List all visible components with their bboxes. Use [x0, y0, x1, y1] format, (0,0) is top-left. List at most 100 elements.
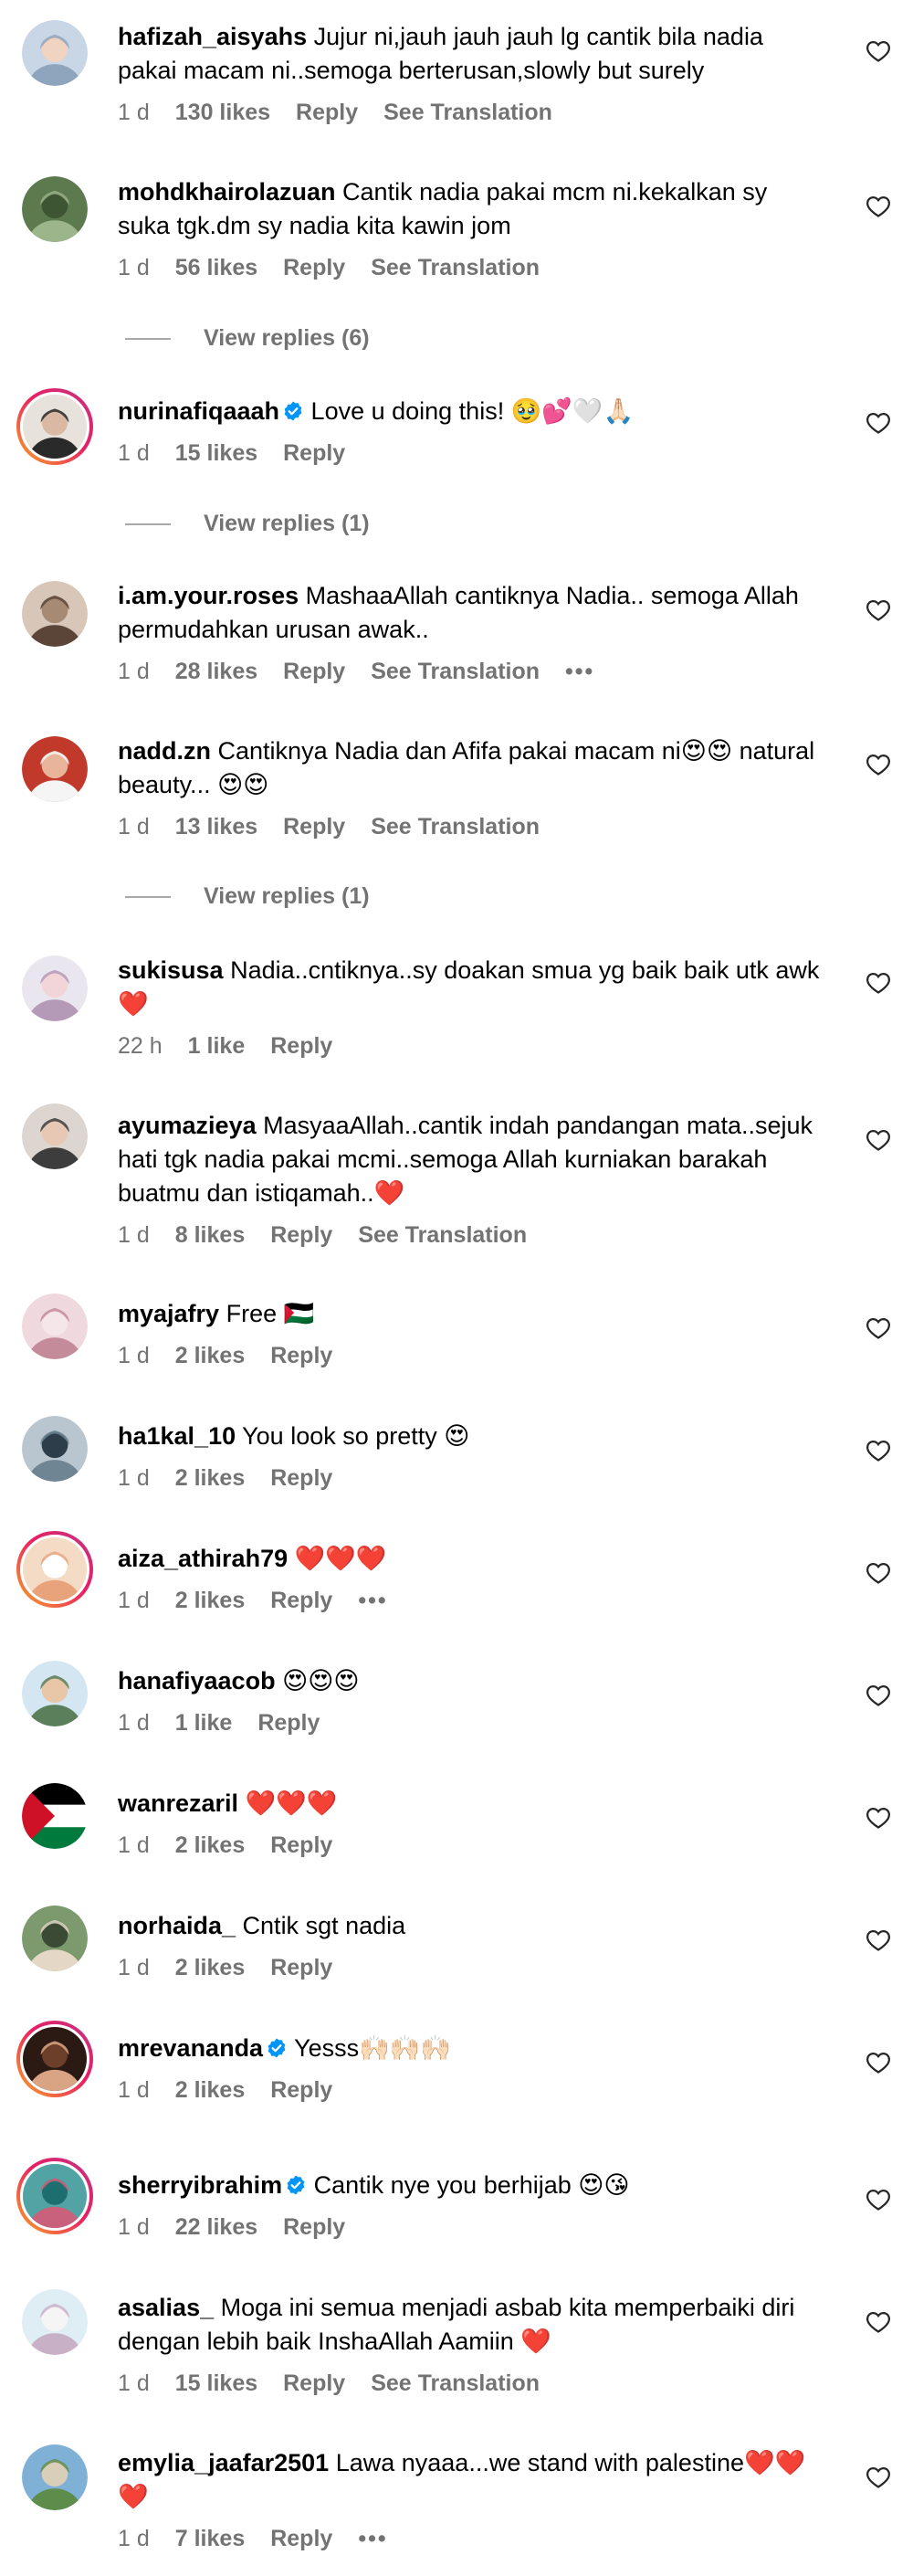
comment-username[interactable]: norhaida_: [118, 1912, 236, 1939]
reply-button[interactable]: Reply: [270, 1588, 332, 1613]
reply-button[interactable]: Reply: [283, 659, 345, 684]
heart-outline-icon[interactable]: [866, 1805, 891, 1831]
reply-button[interactable]: Reply: [257, 1710, 320, 1736]
avatar[interactable]: [22, 581, 88, 647]
heart-outline-icon[interactable]: [866, 970, 891, 996]
view-replies-button[interactable]: View replies (6): [125, 324, 370, 352]
avatar[interactable]: [22, 1906, 88, 1971]
verified-badge-icon: [266, 2034, 288, 2058]
reply-button[interactable]: Reply: [296, 100, 358, 125]
comment-username[interactable]: ayumazieya: [118, 1112, 257, 1139]
comment-username[interactable]: sherryibrahim: [118, 2171, 282, 2199]
see-translation-button[interactable]: See Translation: [371, 659, 540, 684]
comment-likes-count[interactable]: 1 like: [175, 1710, 233, 1736]
comment-username[interactable]: i.am.your.roses: [118, 582, 299, 609]
see-translation-button[interactable]: See Translation: [371, 814, 540, 839]
heart-outline-icon[interactable]: [866, 2050, 891, 2075]
heart-outline-icon[interactable]: [866, 1683, 891, 1708]
heart-outline-icon[interactable]: [866, 38, 891, 64]
avatar[interactable]: [22, 1661, 88, 1726]
reply-button[interactable]: Reply: [283, 814, 345, 839]
story-avatar[interactable]: [16, 1531, 93, 1608]
avatar[interactable]: [22, 736, 88, 802]
avatar[interactable]: [22, 955, 88, 1021]
story-avatar[interactable]: [16, 2158, 93, 2234]
heart-outline-icon[interactable]: [866, 1927, 891, 1953]
reply-button[interactable]: Reply: [283, 440, 345, 466]
reply-button[interactable]: Reply: [270, 1343, 332, 1368]
reply-button[interactable]: Reply: [270, 1222, 332, 1248]
heart-outline-icon[interactable]: [866, 1127, 891, 1153]
avatar[interactable]: [22, 176, 88, 242]
avatar[interactable]: [22, 1416, 88, 1482]
comment-username[interactable]: myajafry: [118, 1300, 219, 1327]
view-replies-button[interactable]: View replies (1): [125, 882, 370, 910]
heart-outline-icon[interactable]: [866, 752, 891, 777]
comment-username[interactable]: asalias_: [118, 2294, 214, 2321]
story-avatar[interactable]: [16, 2021, 93, 2097]
comment-meta: 1 d 2 likes Reply •••: [118, 1587, 414, 1614]
more-options-button[interactable]: •••: [358, 2526, 387, 2551]
heart-outline-icon[interactable]: [866, 410, 891, 436]
comment-likes-count[interactable]: 2 likes: [175, 1343, 245, 1368]
avatar[interactable]: [22, 20, 88, 86]
comment-likes-count[interactable]: 15 likes: [175, 440, 257, 466]
heart-outline-icon[interactable]: [866, 2309, 891, 2335]
reply-button[interactable]: Reply: [270, 2526, 332, 2551]
reply-button[interactable]: Reply: [270, 1955, 332, 1980]
heart-outline-icon[interactable]: [866, 2187, 891, 2212]
comment-likes-count[interactable]: 2 likes: [175, 1832, 245, 1858]
avatar[interactable]: [22, 2444, 88, 2510]
comment-username[interactable]: aiza_athirah79: [118, 1545, 288, 1572]
comment-likes-count[interactable]: 28 likes: [175, 659, 257, 684]
avatar[interactable]: [22, 1293, 88, 1359]
comment-likes-count[interactable]: 2 likes: [175, 1588, 245, 1613]
comment-likes-count[interactable]: 2 likes: [175, 1955, 245, 1980]
reply-button[interactable]: Reply: [270, 1033, 332, 1059]
comment-username[interactable]: nadd.zn: [118, 737, 211, 765]
heart-outline-icon[interactable]: [866, 1438, 891, 1463]
more-options-button[interactable]: •••: [565, 659, 594, 684]
comment-likes-count[interactable]: 7 likes: [175, 2526, 245, 2551]
comment-username[interactable]: sukisusa: [118, 956, 224, 984]
comment-username[interactable]: mrevananda: [118, 2034, 263, 2062]
see-translation-button[interactable]: See Translation: [383, 100, 552, 125]
heart-outline-icon[interactable]: [866, 1560, 891, 1586]
comment-username[interactable]: hafizah_aisyahs: [118, 23, 307, 50]
comment-likes-count[interactable]: 22 likes: [175, 2214, 257, 2240]
comment-likes-count[interactable]: 15 likes: [175, 2370, 257, 2396]
story-avatar[interactable]: [16, 388, 93, 465]
comment-likes-count[interactable]: 130 likes: [175, 100, 270, 125]
avatar[interactable]: [22, 2289, 88, 2355]
comment-username[interactable]: wanrezaril: [118, 1789, 238, 1817]
heart-outline-icon[interactable]: [866, 194, 891, 219]
comment-username[interactable]: emylia_jaafar2501: [118, 2449, 329, 2476]
comment-username[interactable]: ha1kal_10: [118, 1422, 236, 1450]
heart-outline-icon[interactable]: [866, 2465, 891, 2490]
comment-username[interactable]: nurinafiqaaah: [118, 397, 279, 425]
more-options-button[interactable]: •••: [358, 1588, 387, 1613]
comment-username[interactable]: mohdkhairolazuan: [118, 178, 336, 206]
view-replies-button[interactable]: View replies (1): [125, 510, 370, 537]
comment-likes-count[interactable]: 2 likes: [175, 2077, 245, 2103]
reply-button[interactable]: Reply: [270, 2077, 332, 2103]
heart-outline-icon[interactable]: [866, 1315, 891, 1341]
reply-button[interactable]: Reply: [270, 1465, 332, 1491]
comment-username[interactable]: hanafiyaacob: [118, 1667, 276, 1694]
see-translation-button[interactable]: See Translation: [371, 255, 540, 280]
comment-likes-count[interactable]: 56 likes: [175, 255, 257, 280]
comment-likes-count[interactable]: 8 likes: [175, 1222, 245, 1248]
avatar[interactable]: [22, 1783, 88, 1849]
reply-button[interactable]: Reply: [283, 255, 345, 280]
comment-likes-count[interactable]: 1 like: [188, 1033, 246, 1059]
avatar[interactable]: [22, 1103, 88, 1169]
see-translation-button[interactable]: See Translation: [358, 1222, 527, 1248]
see-translation-button[interactable]: See Translation: [371, 2370, 540, 2396]
comment-likes-count[interactable]: 13 likes: [175, 814, 257, 839]
heart-outline-icon[interactable]: [866, 597, 891, 623]
reply-button[interactable]: Reply: [283, 2214, 345, 2240]
comment-likes-count[interactable]: 2 likes: [175, 1465, 245, 1491]
reply-button[interactable]: Reply: [283, 2370, 345, 2396]
reply-button[interactable]: Reply: [270, 1832, 332, 1858]
comment-time: 1 d: [118, 100, 150, 125]
